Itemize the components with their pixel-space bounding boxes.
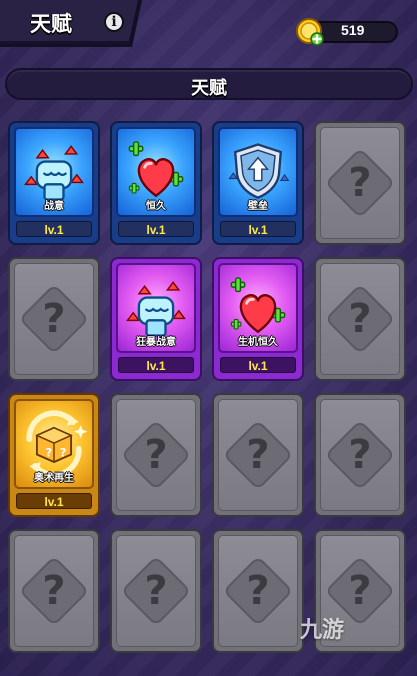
talent-level: lv.1 xyxy=(220,221,296,237)
locked-talent-card[interactable]: ? xyxy=(314,393,406,517)
section-header: 天赋 xyxy=(5,68,413,100)
svg-text:?: ? xyxy=(60,445,67,459)
question-icon: ? xyxy=(246,568,270,614)
top-bar: 天赋 i 519 xyxy=(0,0,417,48)
gold-coin-plus-icon[interactable] xyxy=(294,16,326,48)
talent-card[interactable]: 生机恒久 lv.1 xyxy=(212,257,304,381)
talent-name: 狂暴战意 xyxy=(136,337,176,348)
locked-talent-card[interactable]: ? xyxy=(314,121,406,245)
coin-value: 519 xyxy=(341,22,365,38)
talent-name: 奥术再生 xyxy=(34,473,74,484)
talent-name: 恒久 xyxy=(146,201,166,212)
talent-level: lv.1 xyxy=(118,357,194,373)
locked-talent-card[interactable]: ? xyxy=(212,529,304,653)
locked-talent-card[interactable]: ? xyxy=(8,257,100,381)
section-title: 天赋 xyxy=(191,78,227,99)
talent-card[interactable]: 战意 lv.1 xyxy=(8,121,100,245)
svg-text:?: ? xyxy=(45,445,52,459)
talent-level: lv.1 xyxy=(16,221,92,237)
card-art-frame: 生机恒久 xyxy=(218,263,298,353)
talent-card[interactable]: 恒久 lv.1 xyxy=(110,121,202,245)
card-art-frame: ? xyxy=(218,535,298,647)
card-art-frame: ? xyxy=(218,399,298,511)
question-icon: ? xyxy=(348,160,372,206)
watermark: 九游 xyxy=(300,618,345,643)
talent-level: lv.1 xyxy=(16,493,92,509)
talent-card[interactable]: 壁垒 lv.1 xyxy=(212,121,304,245)
locked-talent-card[interactable]: ? xyxy=(314,257,406,381)
question-icon: ? xyxy=(246,432,270,478)
locked-talent-card[interactable]: ? xyxy=(110,393,202,517)
card-art-frame: 恒久 xyxy=(116,127,196,217)
talent-name: 壁垒 xyxy=(248,201,268,212)
talent-card[interactable]: 狂暴战意 lv.1 xyxy=(110,257,202,381)
question-icon: ? xyxy=(348,432,372,478)
card-art-frame: 壁垒 xyxy=(218,127,298,217)
card-art-frame: ? xyxy=(116,399,196,511)
talent-card[interactable]: ? ? 奥术再生 lv.1 xyxy=(8,393,100,517)
page-title: 天赋 xyxy=(30,12,72,36)
info-icon[interactable]: i xyxy=(104,12,124,32)
card-art-frame: ? xyxy=(116,535,196,647)
talent-level: lv.1 xyxy=(118,221,194,237)
question-icon: ? xyxy=(348,568,372,614)
question-icon: ? xyxy=(42,568,66,614)
question-icon: ? xyxy=(144,432,168,478)
card-art-frame: ? xyxy=(320,399,400,511)
question-icon: ? xyxy=(144,568,168,614)
question-icon: ? xyxy=(42,296,66,342)
card-art-frame: 战意 xyxy=(14,127,94,217)
card-art-frame: ? ? 奥术再生 xyxy=(14,399,94,489)
card-art-frame: ? xyxy=(14,535,94,647)
card-art-frame: ? xyxy=(320,263,400,375)
question-icon: ? xyxy=(348,296,372,342)
talent-name: 生机恒久 xyxy=(238,337,278,348)
card-art-frame: 狂暴战意 xyxy=(116,263,196,353)
talent-name: 战意 xyxy=(44,201,64,212)
locked-talent-card[interactable]: ? xyxy=(212,393,304,517)
locked-talent-card[interactable]: ? xyxy=(8,529,100,653)
locked-talent-card[interactable]: ? xyxy=(110,529,202,653)
card-art-frame: ? xyxy=(14,263,94,375)
card-art-frame: ? xyxy=(320,127,400,239)
talent-grid: 战意 lv.1 恒久 lv.1 壁垒 lv.1?? 狂暴战意 lv.1 生机恒久… xyxy=(8,121,410,676)
talent-level: lv.1 xyxy=(220,357,296,373)
